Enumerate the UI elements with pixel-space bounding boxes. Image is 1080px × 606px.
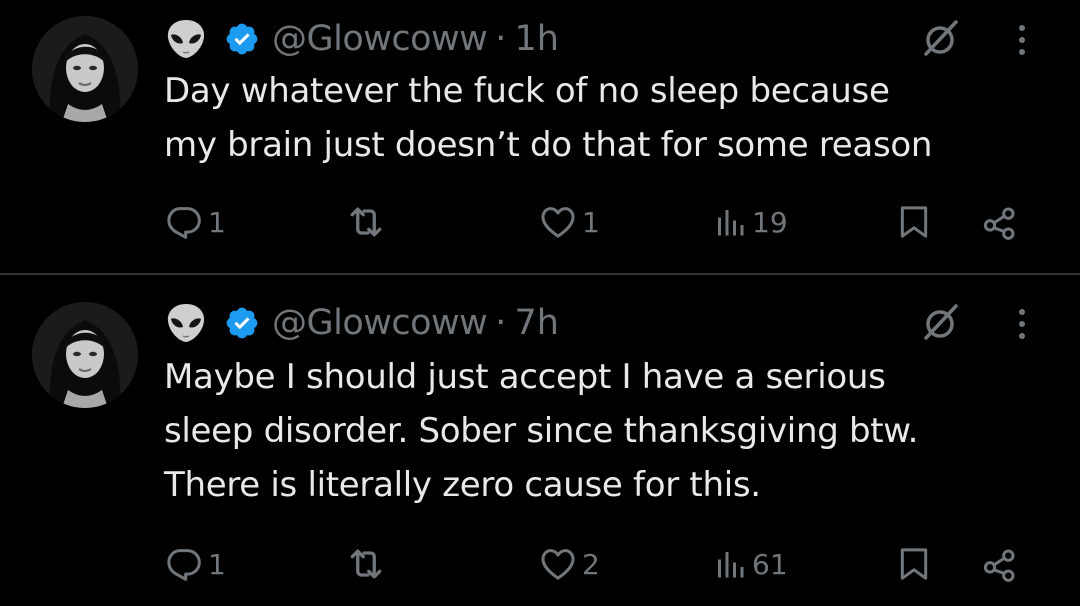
action-bar: 1 2 61 <box>164 540 1034 588</box>
timestamp[interactable]: 1h <box>514 19 558 59</box>
repost-icon <box>344 200 388 244</box>
action-bar: 1 1 19 <box>164 198 1034 246</box>
share-button[interactable] <box>980 540 1020 588</box>
reply-button[interactable]: 1 <box>164 198 226 246</box>
heart-icon <box>538 202 578 242</box>
tweet-divider <box>0 273 1080 275</box>
views-button[interactable]: 61 <box>712 540 788 588</box>
bookmark-icon <box>894 544 934 584</box>
like-count: 1 <box>582 205 600 239</box>
heart-icon <box>538 544 578 584</box>
grok-icon[interactable] <box>920 18 960 58</box>
like-button[interactable]: 1 <box>538 198 600 246</box>
reply-icon <box>164 544 204 584</box>
tweet-text: Maybe I should just accept I have a seri… <box>164 350 1054 512</box>
verified-badge-icon <box>224 305 260 341</box>
tweet-text-line: my brain just doesn’t do that for some r… <box>164 125 933 165</box>
bookmark-icon <box>894 202 934 242</box>
tweet-text-line: sleep disorder. Sober since thanksgiving… <box>164 411 919 451</box>
repost-button[interactable] <box>344 198 392 246</box>
separator-dot: · <box>495 19 507 59</box>
alien-icon <box>164 17 208 61</box>
verified-badge-icon <box>224 21 260 57</box>
timestamp[interactable]: 7h <box>514 303 558 343</box>
reply-icon <box>164 202 204 242</box>
author-handle[interactable]: @Glowcoww <box>272 19 488 59</box>
alien-icon <box>164 301 208 345</box>
bookmark-button[interactable] <box>894 198 934 246</box>
share-icon <box>980 544 1020 584</box>
repost-button[interactable] <box>344 540 392 588</box>
share-icon <box>980 202 1020 242</box>
tweet-header: @Glowcoww · 7h <box>164 298 559 348</box>
tweet-text-line: Day whatever the fuck of no sleep becaus… <box>164 71 890 111</box>
reply-button[interactable]: 1 <box>164 540 226 588</box>
tweet-text-line: Maybe I should just accept I have a seri… <box>164 357 886 397</box>
separator-dot: · <box>495 303 507 343</box>
reply-count: 1 <box>208 205 226 239</box>
like-count: 2 <box>582 547 600 581</box>
tweet[interactable]: @Glowcoww · 7h Maybe I should just accep… <box>0 276 1080 606</box>
tweet-text-line: There is literally zero cause for this. <box>164 465 761 505</box>
views-icon <box>712 202 748 242</box>
tweet-header: @Glowcoww · 1h <box>164 14 559 64</box>
reply-count: 1 <box>208 547 226 581</box>
grok-icon[interactable] <box>920 302 960 342</box>
tweet[interactable]: @Glowcoww · 1h Day whatever the fuck of … <box>0 0 1080 274</box>
avatar[interactable] <box>32 302 138 408</box>
bookmark-button[interactable] <box>894 540 934 588</box>
views-icon <box>712 544 748 584</box>
views-count: 19 <box>752 205 788 239</box>
avatar[interactable] <box>32 16 138 122</box>
views-count: 61 <box>752 547 788 581</box>
author-handle[interactable]: @Glowcoww <box>272 303 488 343</box>
tweet-text: Day whatever the fuck of no sleep becaus… <box>164 64 1054 172</box>
more-options-icon[interactable] <box>1012 304 1032 344</box>
like-button[interactable]: 2 <box>538 540 600 588</box>
views-button[interactable]: 19 <box>712 198 788 246</box>
repost-icon <box>344 542 388 586</box>
share-button[interactable] <box>980 198 1020 246</box>
more-options-icon[interactable] <box>1012 20 1032 60</box>
